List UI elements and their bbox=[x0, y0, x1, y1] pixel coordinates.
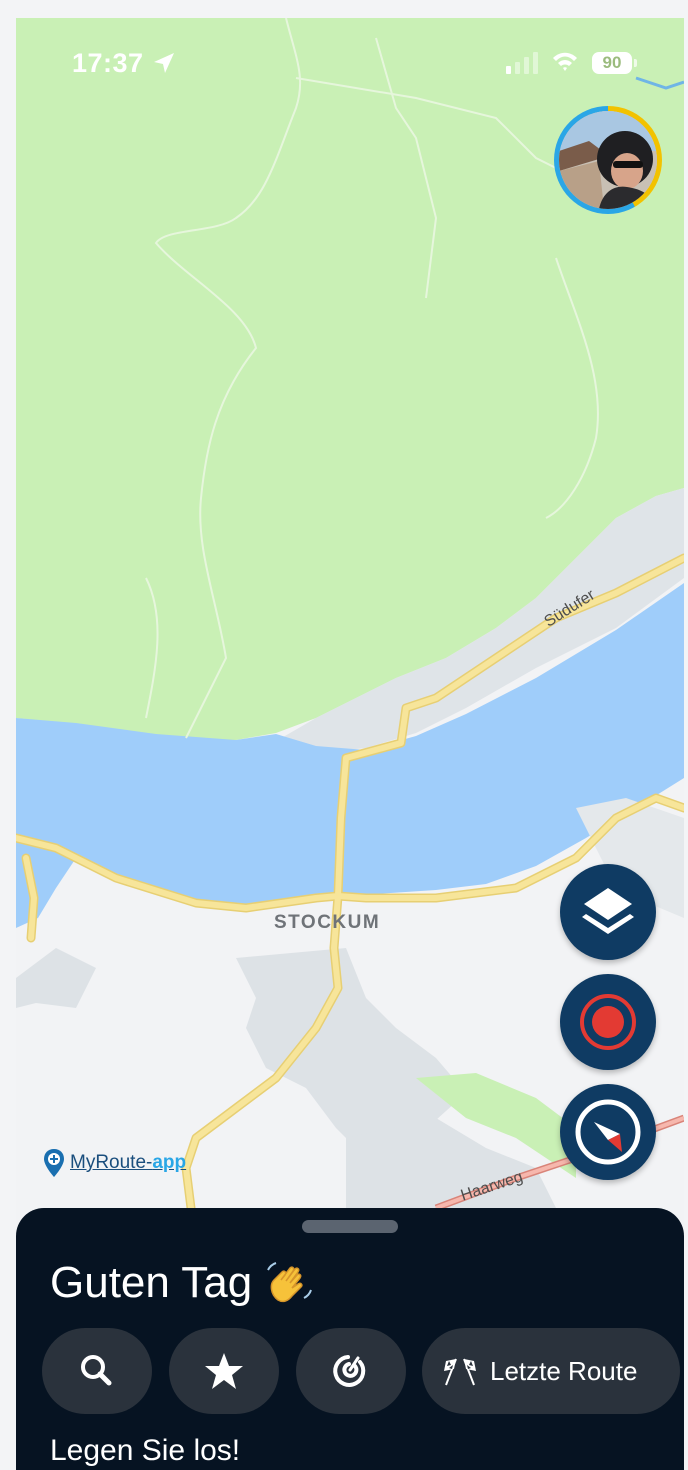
last-route-button[interactable]: Letzte Route bbox=[422, 1328, 680, 1414]
record-button[interactable] bbox=[560, 974, 656, 1070]
brand-name: MyRoute-app bbox=[70, 1152, 187, 1173]
sheet-drag-handle[interactable] bbox=[302, 1220, 398, 1233]
app-screen: Südufer Haarweg STOCKUM 17:37 90 MyRoute… bbox=[16, 18, 684, 1470]
compass-icon bbox=[575, 1099, 641, 1165]
search-icon bbox=[81, 1355, 112, 1386]
target-icon bbox=[333, 1355, 366, 1387]
battery-cap bbox=[634, 59, 637, 67]
status-time: 17:37 bbox=[72, 48, 144, 78]
battery-indicator: 90 bbox=[592, 52, 632, 74]
map-pin-plus-icon bbox=[44, 1149, 64, 1177]
checkered-flags-icon bbox=[444, 1358, 476, 1386]
star-icon bbox=[205, 1353, 243, 1389]
waving-hand-icon bbox=[267, 1262, 312, 1303]
layers-button[interactable] bbox=[560, 864, 656, 960]
place-label: STOCKUM bbox=[274, 912, 381, 933]
signal-icon bbox=[506, 52, 538, 74]
favorites-button[interactable] bbox=[169, 1328, 279, 1414]
compass-button[interactable] bbox=[560, 1084, 656, 1180]
avatar-photo bbox=[559, 111, 657, 209]
record-icon bbox=[580, 994, 636, 1050]
last-route-label: Letzte Route bbox=[490, 1356, 638, 1386]
wifi-icon bbox=[553, 52, 577, 71]
sheet-subheading: Legen Sie los! bbox=[50, 1434, 241, 1467]
profile-avatar[interactable] bbox=[554, 106, 662, 214]
greeting-title: Guten Tag bbox=[50, 1258, 253, 1307]
bottom-sheet[interactable]: Guten Tag Letzte Route Legen Sie los! bbox=[16, 1208, 684, 1470]
search-button[interactable] bbox=[42, 1328, 152, 1414]
location-arrow-icon bbox=[154, 53, 174, 73]
layers-icon bbox=[582, 888, 634, 934]
target-button[interactable] bbox=[296, 1328, 406, 1414]
status-bar: 17:37 90 bbox=[16, 18, 684, 108]
